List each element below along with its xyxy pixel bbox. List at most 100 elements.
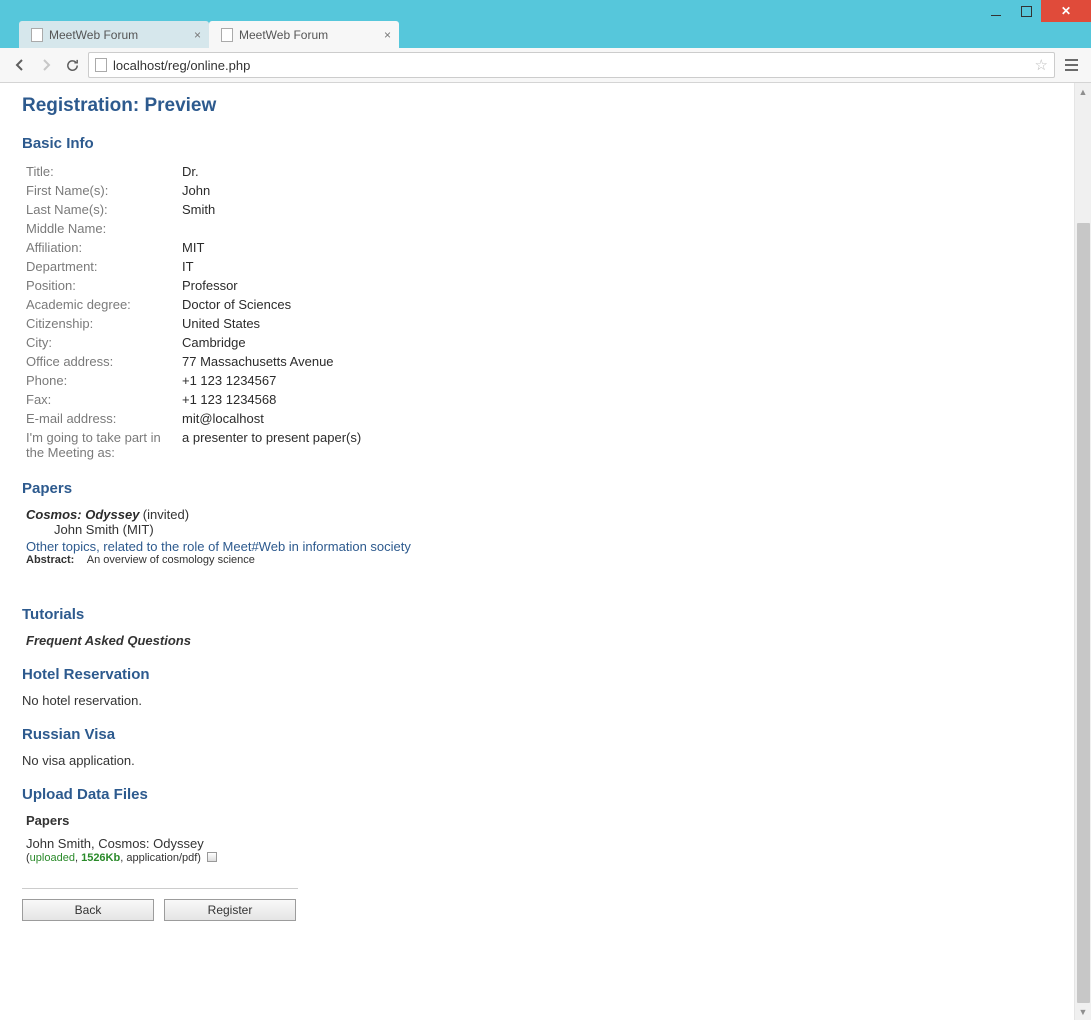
section-heading-papers: Papers [22, 480, 1052, 497]
info-label: Affiliation: [22, 238, 178, 257]
window-maximize-button[interactable] [1011, 0, 1041, 22]
browser-tab-inactive[interactable]: MeetWeb Forum × [19, 21, 209, 48]
info-label: Department: [22, 257, 178, 276]
info-label: Citizenship: [22, 314, 178, 333]
info-value: 77 Massachusetts Avenue [178, 352, 365, 371]
section-heading-visa: Russian Visa [22, 726, 1052, 743]
info-value: mit@localhost [178, 409, 365, 428]
abstract-label: Abstract: [26, 554, 74, 566]
window-minimize-button[interactable] [981, 0, 1011, 22]
info-label: Phone: [22, 371, 178, 390]
paper-invited-badge: (invited) [143, 507, 189, 522]
info-value: Smith [178, 200, 365, 219]
scroll-down-button[interactable]: ▼ [1075, 1003, 1091, 1020]
address-bar[interactable]: localhost/reg/online.php ☆ [88, 52, 1055, 78]
info-label: First Name(s): [22, 181, 178, 200]
info-label: Office address: [22, 352, 178, 371]
info-label: E-mail address: [22, 409, 178, 428]
info-value: Professor [178, 276, 365, 295]
info-value [178, 219, 365, 238]
abstract-text: An overview of cosmology science [87, 554, 255, 566]
info-row: Title:Dr. [22, 162, 365, 181]
info-row: Office address:77 Massachusetts Avenue [22, 352, 365, 371]
section-heading-basic-info: Basic Info [22, 135, 1052, 152]
info-value: John [178, 181, 365, 200]
url-text: localhost/reg/online.php [113, 58, 1029, 73]
info-value: Cambridge [178, 333, 365, 352]
info-row: Fax:+1 123 1234568 [22, 390, 365, 409]
close-icon[interactable]: × [384, 28, 391, 42]
visa-text: No visa application. [22, 753, 1052, 768]
tab-title: MeetWeb Forum [49, 28, 138, 42]
forward-button[interactable] [36, 55, 56, 75]
register-button[interactable]: Register [164, 899, 296, 921]
hotel-text: No hotel reservation. [22, 693, 1052, 708]
info-value: Dr. [178, 162, 365, 181]
window-close-button[interactable] [1041, 0, 1091, 22]
info-row: Phone:+1 123 1234567 [22, 371, 365, 390]
info-row: I'm going to take part in the Meeting as… [22, 428, 365, 462]
window-controls [981, 0, 1091, 22]
upload-mime: application/pdf [126, 852, 197, 864]
separator [22, 888, 298, 889]
page-viewport: Registration: Preview Basic Info Title:D… [0, 83, 1091, 1020]
info-label: Fax: [22, 390, 178, 409]
info-value: Doctor of Sciences [178, 295, 365, 314]
close-icon[interactable]: × [194, 28, 201, 42]
info-row: Middle Name: [22, 219, 365, 238]
info-row: Affiliation:MIT [22, 238, 365, 257]
upload-status: uploaded [30, 852, 75, 864]
back-button-form[interactable]: Back [22, 899, 154, 921]
info-label: Position: [22, 276, 178, 295]
browser-tab-active[interactable]: MeetWeb Forum × [209, 21, 399, 48]
scrollbar-vertical[interactable]: ▲ ▼ [1074, 83, 1091, 1020]
back-button[interactable] [10, 55, 30, 75]
info-row: Academic degree:Doctor of Sciences [22, 295, 365, 314]
info-label: Last Name(s): [22, 200, 178, 219]
file-icon [31, 28, 43, 42]
info-label: City: [22, 333, 178, 352]
bookmark-icon[interactable]: ☆ [1035, 56, 1048, 74]
upload-size: 1526Kb [81, 852, 120, 864]
paper-author: John Smith (MIT) [54, 522, 1052, 537]
info-row: City:Cambridge [22, 333, 365, 352]
file-icon [221, 28, 233, 42]
basic-info-table: Title:Dr.First Name(s):JohnLast Name(s):… [22, 162, 365, 462]
info-value: +1 123 1234568 [178, 390, 365, 409]
file-icon [95, 58, 107, 72]
reload-button[interactable] [62, 55, 82, 75]
section-heading-upload: Upload Data Files [22, 786, 1052, 803]
tab-title: MeetWeb Forum [239, 28, 328, 42]
info-row: First Name(s):John [22, 181, 365, 200]
browser-window: MeetWeb Forum × MeetWeb Forum × localhos… [0, 0, 1091, 1020]
info-row: Position:Professor [22, 276, 365, 295]
paper-topic: Other topics, related to the role of Mee… [26, 539, 1052, 554]
info-row: Last Name(s):Smith [22, 200, 365, 219]
scroll-thumb[interactable] [1077, 223, 1090, 1003]
info-value: a presenter to present paper(s) [178, 428, 365, 462]
info-label: Title: [22, 162, 178, 181]
upload-file-meta: (uploaded, 1526Kb, application/pdf) [26, 851, 1052, 864]
info-row: E-mail address:mit@localhost [22, 409, 365, 428]
document-icon[interactable] [207, 852, 217, 862]
info-row: Citizenship:United States [22, 314, 365, 333]
paper-abstract: Abstract: An overview of cosmology scien… [26, 554, 1052, 566]
info-label: Academic degree: [22, 295, 178, 314]
menu-button[interactable] [1061, 55, 1081, 75]
browser-toolbar: localhost/reg/online.php ☆ [0, 48, 1091, 83]
button-row: Back Register [22, 899, 1052, 921]
tab-row: MeetWeb Forum × MeetWeb Forum × [0, 14, 1091, 48]
page-title: Registration: Preview [22, 95, 1052, 117]
tutorial-item: Frequent Asked Questions [26, 633, 1052, 648]
section-heading-tutorials: Tutorials [22, 606, 1052, 623]
info-value: MIT [178, 238, 365, 257]
info-value: United States [178, 314, 365, 333]
titlebar [0, 0, 1091, 14]
paper-item: Cosmos: Odyssey (invited) John Smith (MI… [26, 507, 1052, 566]
info-label: Middle Name: [22, 219, 178, 238]
upload-file-line: John Smith, Cosmos: Odyssey [26, 836, 1052, 851]
page-content: Registration: Preview Basic Info Title:D… [0, 83, 1074, 1020]
info-row: Department:IT [22, 257, 365, 276]
paper-title: Cosmos: Odyssey [26, 507, 139, 522]
scroll-up-button[interactable]: ▲ [1075, 83, 1091, 100]
